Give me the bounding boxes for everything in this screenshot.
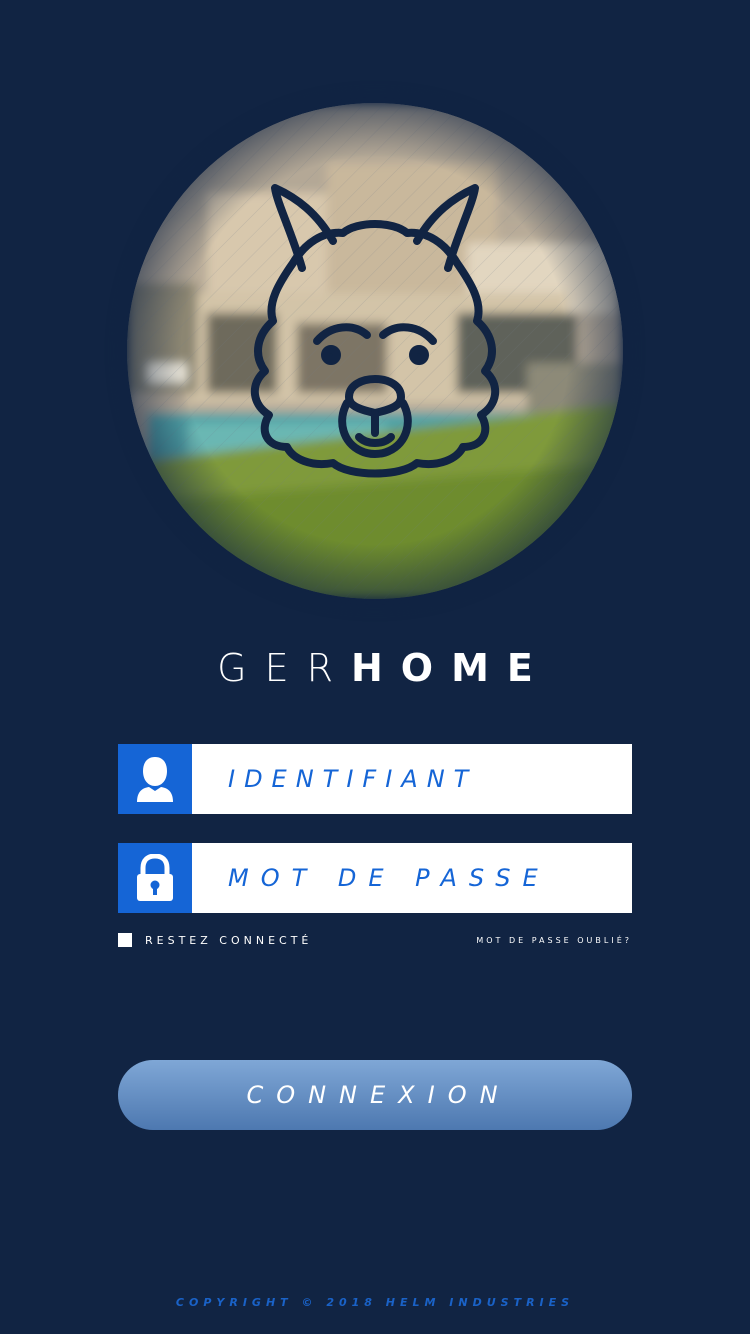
app-title: GERHOME bbox=[0, 640, 750, 696]
copyright-footer: COPYRIGHT © 2018 HELM INDUSTRIES bbox=[175, 1296, 575, 1309]
lock-icon bbox=[118, 843, 192, 913]
login-button[interactable]: CONNEXION bbox=[118, 1060, 632, 1130]
remember-me[interactable]: RESTEZ CONNECTÉ bbox=[118, 933, 312, 947]
house-photo bbox=[127, 103, 623, 599]
login-options: RESTEZ CONNECTÉ MOT DE PASSE OUBLIÉ? bbox=[118, 931, 632, 949]
app-title-light: GER bbox=[217, 646, 351, 690]
username-field bbox=[118, 744, 632, 814]
user-icon bbox=[118, 744, 192, 814]
password-field bbox=[118, 843, 632, 913]
hero-image bbox=[127, 103, 623, 599]
remember-checkbox[interactable] bbox=[118, 933, 132, 947]
forgot-password-link[interactable]: MOT DE PASSE OUBLIÉ? bbox=[476, 936, 632, 945]
password-input[interactable] bbox=[192, 843, 632, 913]
remember-label: RESTEZ CONNECTÉ bbox=[145, 933, 313, 947]
username-input[interactable] bbox=[192, 744, 632, 814]
app-title-bold: HOME bbox=[350, 646, 551, 690]
